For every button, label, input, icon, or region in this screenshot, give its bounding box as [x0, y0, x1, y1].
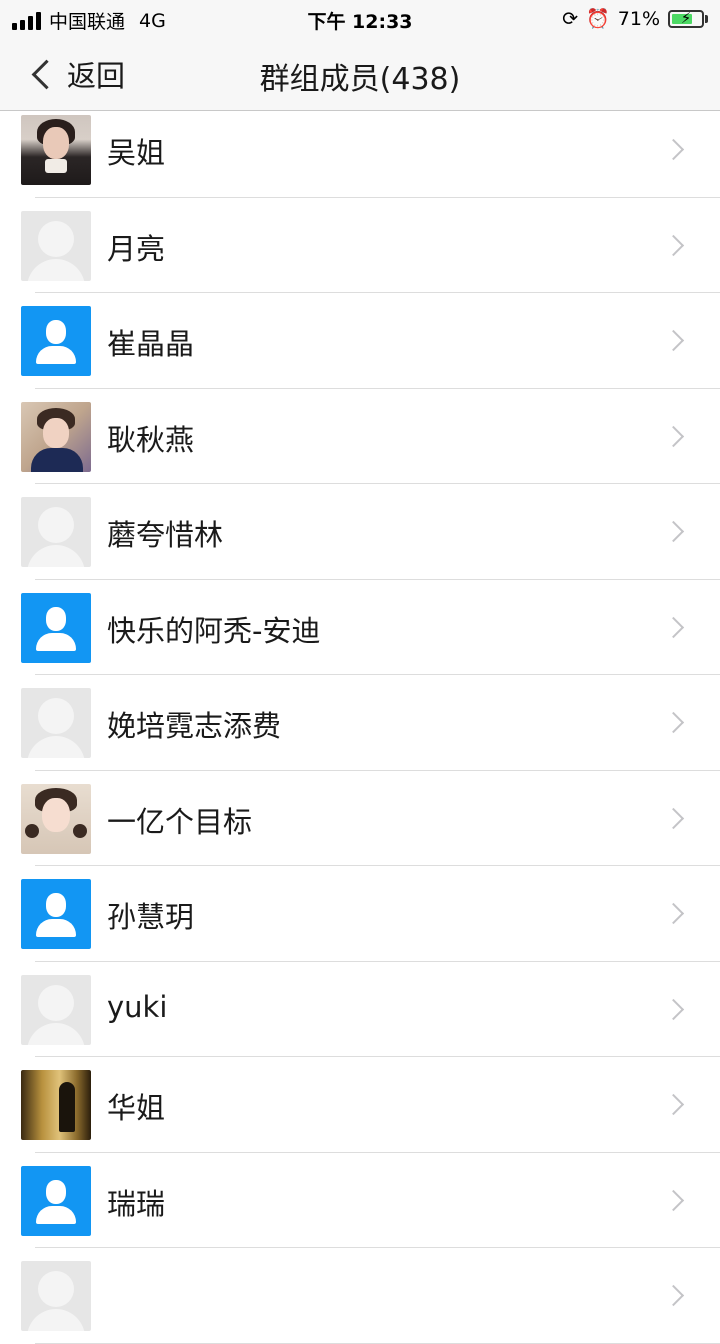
- avatar: [21, 115, 91, 185]
- chevron-right-icon: [662, 425, 685, 447]
- member-row[interactable]: 瑞瑞: [0, 1153, 720, 1248]
- status-bar: 中国联通 4G 下午 12:33 ⟳ ⏰ 71% ⚡: [0, 0, 720, 38]
- member-row[interactable]: 一亿个目标: [0, 771, 720, 866]
- chevron-right-icon: [662, 902, 685, 925]
- member-name: 一亿个目标: [107, 804, 253, 839]
- page-title: 群组成员(438): [259, 62, 461, 97]
- chevron-right-icon: [662, 329, 685, 352]
- battery-percent: 71%: [617, 7, 660, 30]
- avatar: [21, 783, 91, 854]
- default-avatar-icon: [21, 1165, 91, 1236]
- member-name: 快乐的阿秃-安迪: [107, 613, 321, 648]
- member-name: 娩培霓志添费: [107, 709, 282, 743]
- chevron-right-icon: [662, 520, 685, 543]
- member-row[interactable]: 快乐的阿秃-安迪: [0, 580, 720, 675]
- chevron-right-icon: [662, 1093, 685, 1116]
- member-name: 月亮: [107, 231, 166, 266]
- member-row[interactable]: [0, 1248, 720, 1344]
- default-avatar-icon: [21, 497, 91, 567]
- battery-icon: ⚡: [668, 9, 708, 28]
- chevron-right-icon: [662, 234, 685, 256]
- chevron-right-icon: [662, 807, 685, 829]
- default-avatar-icon: [21, 1261, 91, 1331]
- avatar: [21, 1070, 91, 1140]
- avatar: [21, 401, 91, 472]
- member-row[interactable]: 蘑夸惜林: [0, 484, 720, 580]
- member-name: 蘑夸惜林: [107, 518, 224, 552]
- default-avatar-icon: [21, 306, 91, 376]
- member-row[interactable]: 娩培霓志添费: [0, 675, 720, 771]
- member-row[interactable]: 崔晶晶: [0, 293, 720, 389]
- chevron-right-icon: [662, 711, 685, 734]
- chevron-right-icon: [662, 1284, 685, 1307]
- member-name: 耿秋燕: [107, 422, 195, 457]
- default-avatar-icon: [21, 688, 91, 758]
- member-name: yuki: [107, 989, 168, 1024]
- default-avatar-icon: [21, 974, 91, 1045]
- member-name: 吴姐: [107, 136, 166, 170]
- rotation-lock-icon: ⟳: [562, 7, 579, 30]
- member-row[interactable]: 耿秋燕: [0, 389, 720, 484]
- member-name: 崔晶晶: [107, 327, 195, 361]
- navigation-bar: 返回 群组成员(438): [0, 38, 720, 111]
- chevron-right-icon: [662, 1189, 685, 1211]
- default-avatar-icon: [21, 592, 91, 663]
- member-row[interactable]: 孙慧玥: [0, 866, 720, 962]
- member-row[interactable]: yuki: [0, 962, 720, 1057]
- member-row[interactable]: 华姐: [0, 1057, 720, 1153]
- default-avatar-icon: [21, 210, 91, 281]
- member-name: 孙慧玥: [107, 900, 195, 934]
- member-list: 吴姐月亮崔晶晶耿秋燕蘑夸惜林快乐的阿秃-安迪 娩培霓志添费 一亿个目标孙慧玥 yuki…: [0, 102, 720, 1344]
- member-row[interactable]: 月亮: [0, 198, 720, 293]
- chevron-right-icon: [662, 138, 685, 161]
- default-avatar-icon: [21, 879, 91, 949]
- alarm-icon: ⏰: [586, 8, 610, 30]
- member-name: 华姐: [107, 1091, 166, 1125]
- member-name: 瑞瑞: [107, 1186, 166, 1221]
- status-right: ⟳ ⏰ 71% ⚡: [562, 7, 708, 30]
- row-divider: [35, 1342, 720, 1344]
- chevron-right-icon: [662, 616, 685, 638]
- chevron-right-icon: [662, 998, 685, 1020]
- member-row[interactable]: 吴姐: [0, 102, 720, 198]
